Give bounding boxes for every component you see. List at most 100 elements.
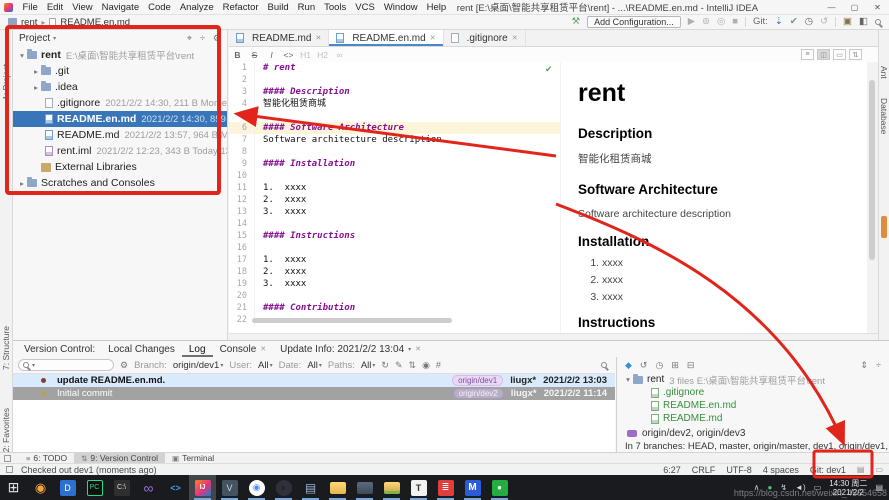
preview-scrollbar[interactable] <box>869 80 875 260</box>
coverage-icon[interactable]: ◎ <box>717 17 725 27</box>
tree-item-scratches[interactable]: ▸ Scratches and Consoles <box>13 175 227 191</box>
tree-item-external-libraries[interactable]: External Libraries <box>13 159 227 175</box>
git-history-icon[interactable]: ◷ <box>805 17 813 27</box>
menu-edit[interactable]: Edit <box>42 2 67 13</box>
tab-console[interactable]: Console ✕ <box>213 341 274 357</box>
menu-run[interactable]: Run <box>293 2 319 13</box>
close-icon[interactable]: ✕ <box>430 34 436 42</box>
menu-refactor[interactable]: Refactor <box>218 2 263 13</box>
close-icon[interactable]: ✕ <box>415 345 421 353</box>
line-separator[interactable]: CRLF <box>692 465 716 475</box>
tree-root-rent[interactable]: ▾ rent E:\桌面\智能共享租赁平台\rent <box>13 47 227 63</box>
tree-item-git[interactable]: ▸ .git <box>13 63 227 79</box>
git-commit-icon[interactable]: ✔ <box>790 17 798 27</box>
tree-item-idea[interactable]: ▸ .idea <box>13 79 227 95</box>
display-icon[interactable]: ▭ <box>814 483 822 492</box>
menu-code[interactable]: Code <box>144 2 176 13</box>
sort-icon[interactable]: ⇅ <box>409 360 417 371</box>
taskbar-app-m[interactable]: M <box>459 475 486 500</box>
project-panel-title[interactable]: Project <box>19 33 50 44</box>
bold-icon[interactable]: B <box>229 50 246 60</box>
menu-navigate[interactable]: Navigate <box>97 2 144 13</box>
inspections-ok-icon[interactable]: ✔ <box>545 64 553 75</box>
todo-toolwindow-button[interactable]: ≡ 6: TODO <box>19 453 74 463</box>
breadcrumb[interactable]: rent ▸ README.en.md <box>8 17 130 28</box>
tab-update-info[interactable]: Update Info: 2021/2/2 13:04 ▾ ✕ <box>273 341 428 357</box>
run-icon[interactable]: ▶ <box>688 17 695 27</box>
tree-item-rent-iml[interactable]: rent.iml 2021/2/2 12:23, 343 B Today 13:… <box>13 143 227 159</box>
menu-view[interactable]: View <box>68 2 97 13</box>
taskbar-app-cmd[interactable]: C:\ <box>108 475 135 500</box>
expand-all-icon[interactable]: ⊞ <box>671 360 679 371</box>
header2-icon[interactable]: H2 <box>314 50 331 60</box>
chevron-right-icon[interactable]: ▸ <box>31 83 41 92</box>
breadcrumb-project[interactable]: rent <box>21 17 37 28</box>
tray-audio-icon[interactable]: ● <box>767 483 772 492</box>
indent-size[interactable]: 4 spaces <box>763 465 799 475</box>
menu-file[interactable]: File <box>18 2 42 13</box>
menu-tools[interactable]: Tools <box>320 2 351 13</box>
pencil-icon[interactable]: ✎ <box>395 360 403 371</box>
tab-gitignore[interactable]: .gitignore ✕ <box>444 30 526 46</box>
menu-build[interactable]: Build <box>263 2 293 13</box>
terminal-toolwindow-button[interactable]: ▣ Terminal <box>165 453 221 463</box>
link-icon[interactable]: ∞ <box>331 50 348 60</box>
taskbar-app-vscode[interactable]: <> <box>162 475 189 500</box>
split-view-icon[interactable]: ◫ <box>817 49 830 60</box>
locate-file-icon[interactable]: ⌖ <box>187 33 192 44</box>
taskbar-app-pycharm[interactable]: PC <box>81 475 108 500</box>
chevron-down-icon[interactable]: ▾ <box>17 51 27 60</box>
taskbar-app-firefox[interactable]: ◗ <box>270 475 297 500</box>
search-everywhere-icon[interactable] <box>875 19 881 25</box>
commit-row-selected[interactable]: Initial commit origin/dev2 liugx* 2021/2… <box>13 387 615 400</box>
header1-icon[interactable]: H1 <box>297 50 314 60</box>
tab-readme-md[interactable]: README.md ✕ <box>229 30 329 46</box>
git-branch-widget[interactable]: Git: dev1 <box>810 465 846 475</box>
tree-item-gitignore[interactable]: .gitignore 2021/2/2 14:30, 211 B Moments… <box>13 95 227 111</box>
database-toolwindow-button[interactable]: Database <box>879 98 889 134</box>
git-rollback-icon[interactable]: ↺ <box>820 17 828 27</box>
branch-badge[interactable]: origin/dev2 <box>453 388 504 399</box>
taskbar-app-file-explorer[interactable] <box>324 475 351 500</box>
taskbar-app-green-folder[interactable] <box>378 475 405 500</box>
menu-vcs[interactable]: VCS <box>351 2 380 13</box>
date-filter-value[interactable]: All▾ <box>307 360 322 371</box>
maximize-button[interactable]: ▢ <box>843 0 866 14</box>
stop-icon[interactable]: ■ <box>732 17 738 27</box>
encoding[interactable]: UTF-8 <box>726 465 752 475</box>
preview-only-icon[interactable]: ▭ <box>833 49 846 60</box>
close-icon[interactable]: ✕ <box>260 345 266 353</box>
layout-icon[interactable]: ◧ <box>859 17 868 27</box>
structure-toolwindow-button[interactable]: 7: Structure <box>1 326 11 370</box>
commit-row[interactable]: update README.en.md. origin/dev1 liugx* … <box>13 374 615 387</box>
details-root-row[interactable]: ▾ rent 3 files E:\桌面\智能共享租赁平台\rent <box>617 373 889 386</box>
version-control-toolwindow-button[interactable]: ⇅ 9: Version Control <box>74 453 165 463</box>
tab-readme-en-md[interactable]: README.en.md ✕ <box>329 30 443 46</box>
show-diff-icon[interactable]: ◆ <box>625 360 632 371</box>
menu-help[interactable]: Help <box>422 2 451 13</box>
chevron-right-icon[interactable]: ▸ <box>17 179 27 188</box>
wrench-icon[interactable]: ⚒ <box>572 17 581 27</box>
taskbar-app-vmware[interactable]: V <box>216 475 243 500</box>
paths-filter-value[interactable]: All▾ <box>361 360 376 371</box>
taskbar-clock[interactable]: 14:30 周二 2021/2/2 <box>829 479 867 497</box>
tree-item-readme[interactable]: README.md 2021/2/2 13:57, 964 B Moments … <box>13 127 227 143</box>
menu-window[interactable]: Window <box>379 2 422 13</box>
project-toolwindow-button[interactable]: 1: Project <box>1 64 11 100</box>
align-icon[interactable]: ⇕ <box>861 360 869 371</box>
window-icon[interactable] <box>6 466 13 473</box>
menu-analyze[interactable]: Analyze <box>175 2 218 13</box>
changed-file-readme-en[interactable]: README.en.md <box>617 399 889 412</box>
editor-horizontal-scrollbar[interactable] <box>252 318 452 323</box>
caret-position[interactable]: 6:27 <box>663 465 681 475</box>
italic-icon[interactable]: I <box>263 50 280 60</box>
taskbar-app-image-viewer[interactable]: ◉ <box>27 475 54 500</box>
taskbar-app-chrome[interactable]: ◉ <box>243 475 270 500</box>
markdown-editor[interactable]: 1# rent 2 3#### Description 4智能化租赁商城 5 6… <box>229 62 560 333</box>
changed-file-gitignore[interactable]: .gitignore <box>617 386 889 399</box>
notifications-icon[interactable]: ▤ <box>857 465 865 474</box>
taskbar-app-wechat[interactable]: ● <box>486 475 513 500</box>
git-update-icon[interactable]: ⇣ <box>775 17 783 27</box>
log-search-input[interactable]: ▾ <box>18 359 114 371</box>
changed-file-readme[interactable]: README.md <box>617 412 889 425</box>
